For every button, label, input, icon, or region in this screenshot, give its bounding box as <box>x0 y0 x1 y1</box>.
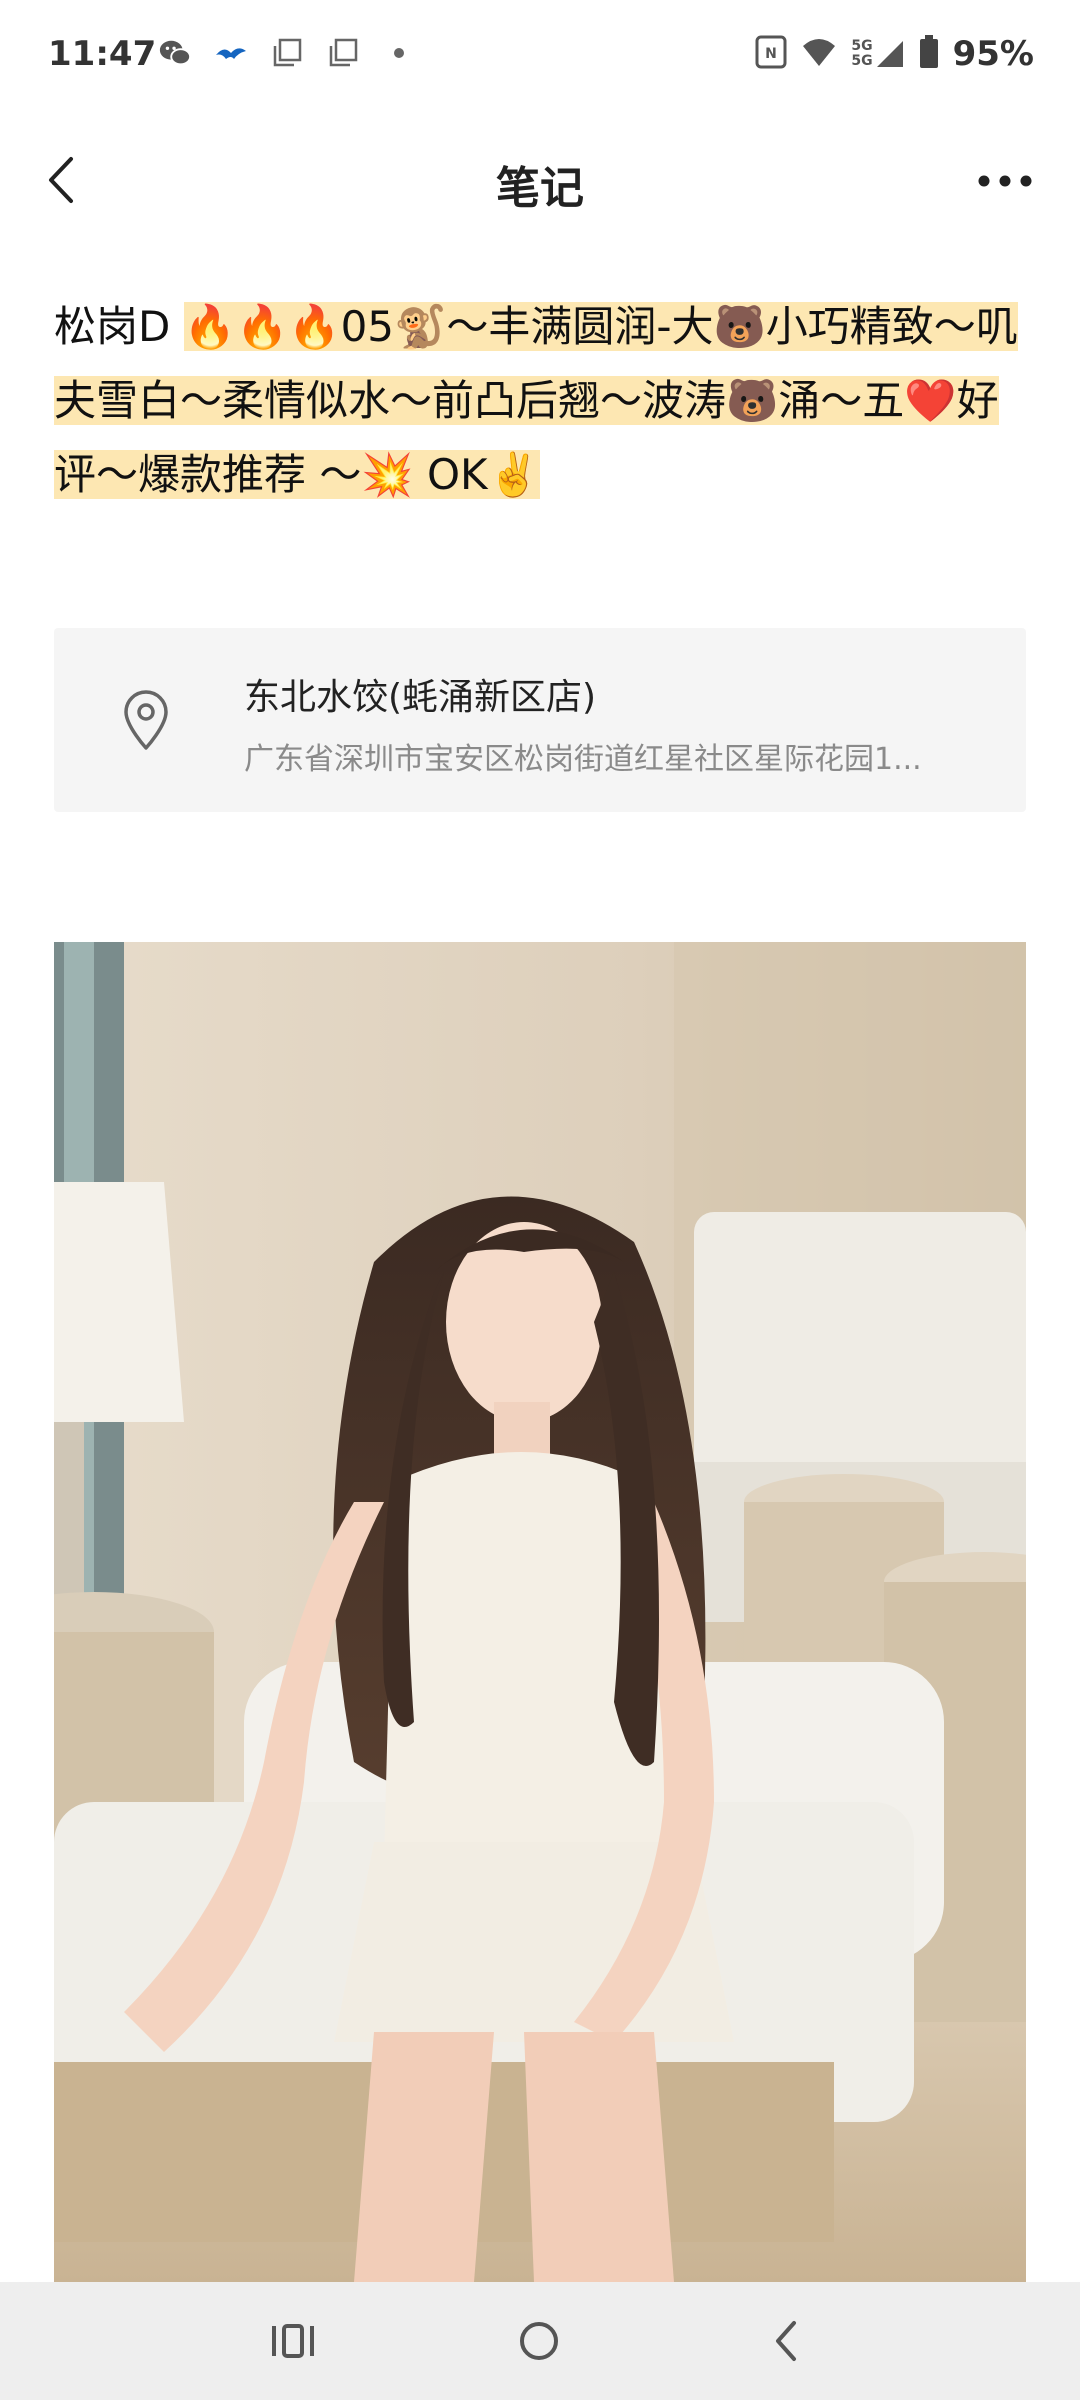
location-card[interactable]: 东北水饺(蚝涌新区店) 广东省深圳市宝安区松岗街道红星社区星际花园1... <box>54 628 1026 812</box>
wechat-icon <box>158 38 192 68</box>
note-photo[interactable] <box>54 942 1026 2282</box>
home-button[interactable] <box>494 2306 584 2376</box>
location-pin-icon <box>124 690 168 750</box>
status-notification-icons <box>158 38 416 68</box>
network-type-top: 5G <box>851 38 873 54</box>
status-system-icons: N 5G 5G 95% <box>755 34 1034 74</box>
system-nav-bar <box>0 2282 1080 2400</box>
more-icon <box>978 175 1032 187</box>
status-time: 11:47 <box>48 34 157 74</box>
note-title-prefix: 松岗D <box>54 302 171 351</box>
battery-icon <box>919 35 939 73</box>
signal-5g-icon: 5G 5G <box>851 39 904 69</box>
bird-app-icon <box>214 38 248 68</box>
home-icon <box>520 2322 558 2360</box>
location-name: 东北水饺(蚝涌新区店) <box>244 677 597 718</box>
battery-percent: 95% <box>952 34 1034 74</box>
more-options-button[interactable] <box>970 156 1040 206</box>
app-header: 笔记 <box>0 130 1080 230</box>
copy-icon <box>270 38 304 68</box>
status-bar: 11:47 N 5G 5G 95% <box>0 0 1080 112</box>
location-address: 广东省深圳市宝安区松岗街道红星社区星际花园1... <box>244 742 922 777</box>
note-title: 松岗D 🔥🔥🔥05🐒～丰满圆润-大🐻小巧精致～叽夫雪白～柔情似水～前凸后翘～波涛… <box>54 290 1034 512</box>
dot-icon <box>382 38 416 68</box>
recent-apps-icon <box>272 2324 314 2358</box>
recent-apps-button[interactable] <box>248 2306 338 2376</box>
network-type-bottom: 5G <box>851 53 873 69</box>
photo-image <box>54 942 1026 2282</box>
copy-icon <box>326 38 360 68</box>
nfc-icon: N <box>755 35 787 73</box>
back-icon <box>776 2321 796 2361</box>
page-title: 笔记 <box>496 163 584 214</box>
svg-text:N: N <box>766 46 778 62</box>
wifi-icon <box>801 36 837 72</box>
note-title-highlight: 🔥🔥🔥05🐒～丰满圆润-大🐻小巧精致～叽夫雪白～柔情似水～前凸后翘～波涛🐻涌～五… <box>54 302 1018 499</box>
nav-back-button[interactable] <box>740 2306 830 2376</box>
